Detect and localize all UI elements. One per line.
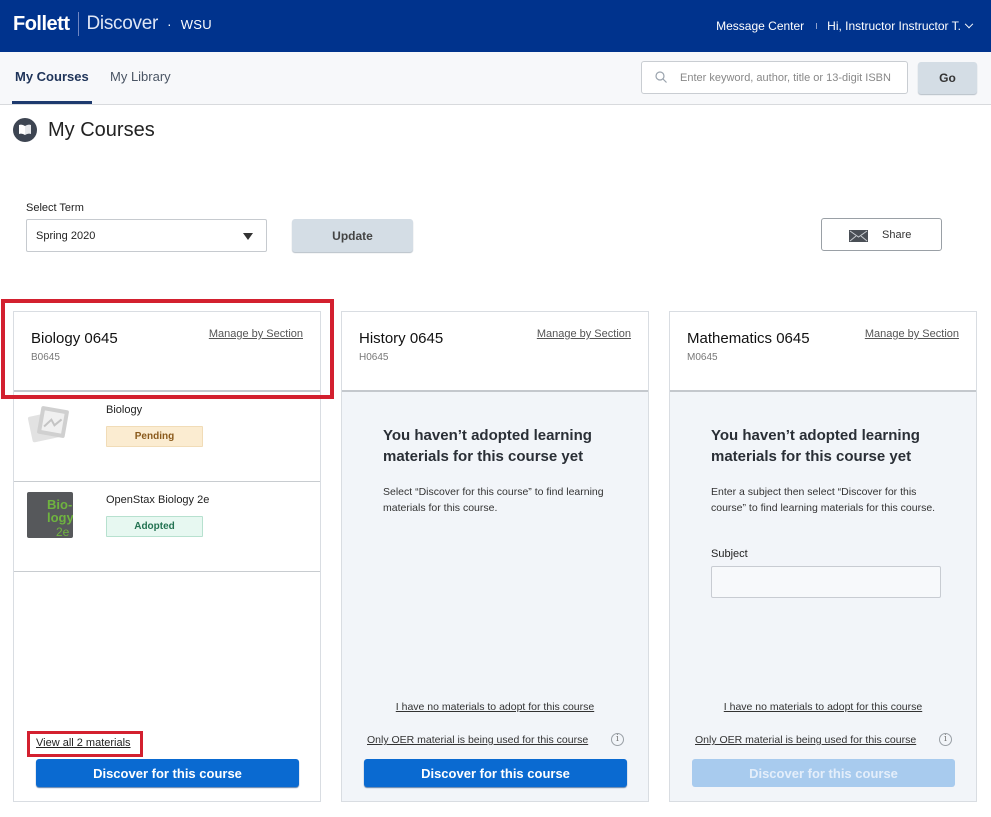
brand-divider [77, 12, 79, 36]
course-card-header: Mathematics 0645 M0645 Manage by Section [670, 312, 976, 392]
status-badge-adopted: Adopted [106, 516, 203, 537]
term-select[interactable]: Spring 2020 [26, 219, 267, 252]
course-code: H0645 [359, 352, 389, 363]
term-selected-value: Spring 2020 [36, 230, 96, 242]
material-row[interactable]: Biology Pending [14, 392, 320, 482]
go-button[interactable]: Go [918, 62, 977, 94]
user-greeting: Hi, Instructor Instructor T. [827, 19, 961, 33]
empty-state-description: Select “Discover for this course” to fin… [383, 486, 604, 514]
user-menu[interactable]: Hi, Instructor Instructor T. [827, 19, 974, 33]
top-bar: Follett Discover · WSU Message Center Hi… [0, 0, 991, 52]
discover-for-course-button-disabled[interactable]: Discover for this course [692, 759, 955, 787]
course-code: M0645 [687, 352, 718, 363]
info-icon[interactable]: i [939, 733, 952, 746]
product-name: Discover [86, 13, 159, 34]
tab-my-courses[interactable]: My Courses [12, 52, 92, 104]
cover-text-line: logy [47, 510, 73, 525]
empty-state-title: You haven’t adopted learning materials f… [711, 427, 920, 465]
share-label: Share [882, 229, 912, 241]
no-materials-link: I have no materials to adopt for this co… [670, 701, 976, 713]
envelope-icon [849, 230, 868, 242]
empty-state-title: You haven’t adopted learning materials f… [383, 427, 592, 465]
oer-only-link[interactable]: Only OER material is being used for this… [367, 734, 588, 746]
openstax-cover-image: Bio- logy 2e [27, 492, 74, 539]
empty-state-description: Enter a subject then select “Discover fo… [711, 486, 936, 514]
book-icon [13, 118, 37, 142]
highlight-box-course-header [1, 299, 334, 399]
search-box [641, 61, 908, 94]
brand-logo[interactable]: Follett Discover · WSU [13, 12, 212, 36]
update-button[interactable]: Update [292, 219, 413, 252]
no-materials-link-text[interactable]: I have no materials to adopt for this co… [396, 701, 594, 713]
page-heading: My Courses [13, 118, 155, 142]
course-name: History 0645 [359, 330, 444, 347]
search-icon [655, 71, 667, 83]
highlight-box-view-all [27, 731, 143, 757]
manage-by-section-link[interactable]: Manage by Section [865, 328, 959, 340]
header-divider [816, 23, 818, 29]
material-title: OpenStax Biology 2e [106, 494, 210, 506]
discover-for-course-button[interactable]: Discover for this course [36, 759, 299, 787]
course-name: Mathematics 0645 [687, 330, 810, 347]
no-materials-link: I have no materials to adopt for this co… [342, 701, 648, 713]
school-name: WSU [180, 16, 212, 32]
search-input[interactable] [680, 62, 905, 93]
cover-text-line: 2e [56, 525, 70, 538]
nav-bar: My Courses My Library Go [0, 52, 991, 105]
course-card-mathematics: Mathematics 0645 M0645 Manage by Section… [669, 311, 977, 802]
message-center-link[interactable]: Message Center [716, 19, 804, 33]
page-title: My Courses [48, 118, 155, 141]
select-term-label: Select Term [26, 202, 84, 214]
chevron-down-icon [964, 19, 974, 29]
status-badge-pending: Pending [106, 426, 203, 447]
info-icon[interactable]: i [611, 733, 624, 746]
discover-for-course-button[interactable]: Discover for this course [364, 759, 627, 787]
placeholder-image-icon [27, 402, 73, 448]
manage-by-section-link[interactable]: Manage by Section [537, 328, 631, 340]
brand-separator: · [167, 16, 172, 32]
brand-name: Follett [13, 12, 70, 35]
no-materials-link-text[interactable]: I have no materials to adopt for this co… [724, 701, 922, 713]
tab-my-library[interactable]: My Library [110, 52, 171, 104]
subject-input[interactable] [711, 566, 941, 598]
material-title: Biology [106, 404, 143, 416]
caret-down-icon [243, 233, 253, 240]
oer-only-link[interactable]: Only OER material is being used for this… [695, 734, 916, 746]
material-row[interactable]: Bio- logy 2e OpenStax Biology 2e Adopted [14, 482, 320, 572]
course-card-header: History 0645 H0645 Manage by Section [342, 312, 648, 392]
course-card-history: History 0645 H0645 Manage by Section You… [341, 311, 649, 802]
share-button[interactable]: Share [821, 218, 942, 251]
subject-label: Subject [711, 548, 748, 560]
